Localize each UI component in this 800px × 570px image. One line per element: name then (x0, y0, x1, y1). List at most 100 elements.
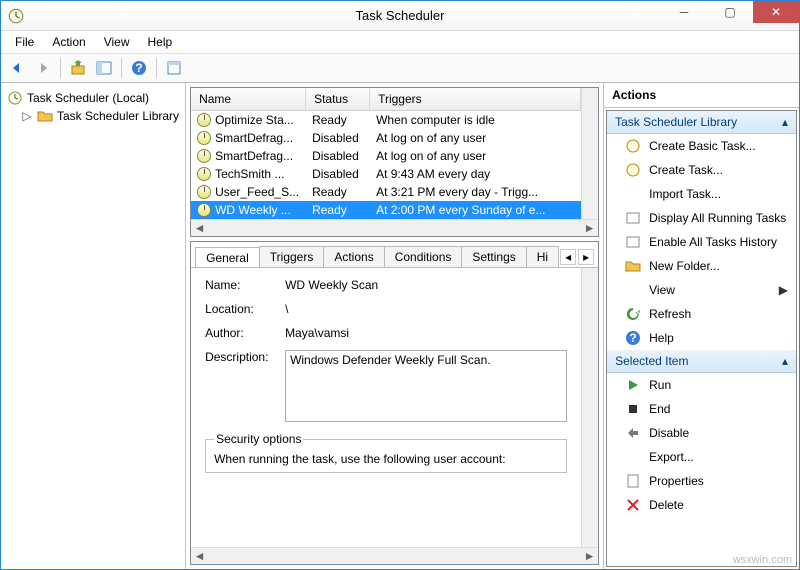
column-headers: Name Status Triggers (191, 88, 581, 111)
action-item[interactable]: ? Help (607, 326, 796, 350)
task-trigger: At 2:00 PM every Sunday of e... (370, 202, 581, 218)
action-item[interactable]: Run (607, 373, 796, 397)
action-icon: ? (625, 330, 641, 346)
action-label: New Folder... (649, 259, 720, 273)
action-item[interactable]: Delete (607, 493, 796, 517)
tab-triggers[interactable]: Triggers (259, 246, 325, 267)
task-trigger: At log on of any user (370, 130, 581, 146)
back-button[interactable] (5, 56, 29, 80)
menubar: File Action View Help (1, 31, 799, 53)
action-icon (625, 473, 641, 489)
tab-scroll-right[interactable]: ▸ (578, 249, 594, 265)
task-status: Disabled (306, 148, 370, 164)
action-item[interactable]: Disable (607, 421, 796, 445)
col-triggers[interactable]: Triggers (370, 88, 581, 110)
general-form: Name: WD Weekly Scan Location: \ Author:… (191, 268, 581, 547)
section-selected[interactable]: Selected Item ▴ (607, 350, 796, 373)
task-name: WD Weekly ... (215, 203, 291, 217)
label-author: Author: (205, 326, 285, 340)
detail-panel: General Triggers Actions Conditions Sett… (190, 241, 599, 565)
action-icon (625, 401, 641, 417)
action-icon (625, 258, 641, 274)
tab-actions[interactable]: Actions (323, 246, 384, 267)
clock-icon (197, 149, 211, 163)
task-row[interactable]: SmartDefrag...DisabledAt log on of any u… (191, 129, 581, 147)
up-button[interactable] (66, 56, 90, 80)
svg-text:?: ? (135, 61, 142, 75)
security-options: Security options When running the task, … (205, 432, 567, 473)
maximize-button[interactable]: ▢ (707, 1, 753, 23)
action-item[interactable]: Enable All Tasks History (607, 230, 796, 254)
horizontal-scrollbar[interactable]: ◄► (191, 219, 598, 236)
value-author: Maya\vamsi (285, 326, 567, 340)
clock-icon (197, 113, 211, 127)
tree-library[interactable]: ▷ Task Scheduler Library (5, 107, 181, 125)
properties-button[interactable] (162, 56, 186, 80)
task-status: Disabled (306, 166, 370, 182)
help-button[interactable]: ? (127, 56, 151, 80)
show-hide-console-button[interactable] (92, 56, 116, 80)
task-row[interactable]: SmartDefrag...DisabledAt log on of any u… (191, 147, 581, 165)
col-name[interactable]: Name (191, 88, 306, 110)
task-status: Ready (306, 202, 370, 218)
actions-panel: Actions Task Scheduler Library ▴ Create … (604, 83, 799, 569)
menu-view[interactable]: View (96, 33, 138, 51)
value-description[interactable]: Windows Defender Weekly Full Scan. (285, 350, 567, 422)
task-row[interactable]: Optimize Sta...ReadyWhen computer is idl… (191, 111, 581, 129)
task-row[interactable]: WD Weekly ... ReadyAt 2:00 PM every Sunda… (191, 201, 581, 219)
action-icon (625, 497, 641, 513)
action-item[interactable]: View▶ (607, 278, 796, 302)
label-description: Description: (205, 350, 285, 364)
forward-button[interactable] (31, 56, 55, 80)
tab-scroll-left[interactable]: ◂ (560, 249, 576, 265)
task-row[interactable]: TechSmith ...DisabledAt 9:43 AM every da… (191, 165, 581, 183)
minimize-button[interactable]: ─ (661, 1, 707, 23)
action-item[interactable]: Properties (607, 469, 796, 493)
task-row[interactable]: User_Feed_S...ReadyAt 3:21 PM every day … (191, 183, 581, 201)
form-hscroll[interactable]: ◄► (191, 547, 598, 564)
action-label: End (649, 402, 670, 416)
folder-icon (37, 108, 53, 124)
action-label: Help (649, 331, 674, 345)
action-label: Delete (649, 498, 684, 512)
task-trigger: At log on of any user (370, 148, 581, 164)
tab-general[interactable]: General (195, 247, 260, 268)
value-name: WD Weekly Scan (285, 278, 567, 292)
action-item[interactable]: Create Task... (607, 158, 796, 182)
label-name: Name: (205, 278, 285, 292)
action-icon (625, 377, 641, 393)
close-button[interactable]: ✕ (753, 1, 799, 23)
action-item[interactable]: Create Basic Task... (607, 134, 796, 158)
titlebar: Task Scheduler ─ ▢ ✕ (1, 1, 799, 31)
label-location: Location: (205, 302, 285, 316)
task-name: TechSmith ... (215, 167, 284, 181)
action-item[interactable]: Refresh (607, 302, 796, 326)
action-item[interactable]: New Folder... (607, 254, 796, 278)
tab-history[interactable]: Hi (526, 246, 559, 267)
menu-file[interactable]: File (7, 33, 42, 51)
action-item[interactable]: End (607, 397, 796, 421)
tab-conditions[interactable]: Conditions (384, 246, 463, 267)
collapse-icon: ▴ (782, 115, 788, 129)
section-library[interactable]: Task Scheduler Library ▴ (607, 111, 796, 134)
tab-settings[interactable]: Settings (461, 246, 526, 267)
action-item[interactable]: Import Task... (607, 182, 796, 206)
menu-help[interactable]: Help (140, 33, 181, 51)
tree-library-label: Task Scheduler Library (57, 109, 179, 123)
action-label: Create Task... (649, 163, 723, 177)
action-item[interactable]: Export... (607, 445, 796, 469)
tree-root[interactable]: Task Scheduler (Local) (5, 89, 181, 107)
menu-action[interactable]: Action (44, 33, 93, 51)
action-icon (625, 306, 641, 322)
toolbar: ? (1, 53, 799, 83)
expand-icon[interactable]: ▷ (21, 109, 33, 123)
collapse-icon: ▴ (782, 354, 788, 368)
action-item[interactable]: Display All Running Tasks (607, 206, 796, 230)
vertical-scrollbar[interactable] (581, 88, 598, 219)
form-scrollbar[interactable] (581, 268, 598, 547)
action-label: Disable (649, 426, 689, 440)
action-label: Create Basic Task... (649, 139, 756, 153)
col-status[interactable]: Status (306, 88, 370, 110)
action-icon (625, 425, 641, 441)
security-text: When running the task, use the following… (214, 452, 558, 466)
